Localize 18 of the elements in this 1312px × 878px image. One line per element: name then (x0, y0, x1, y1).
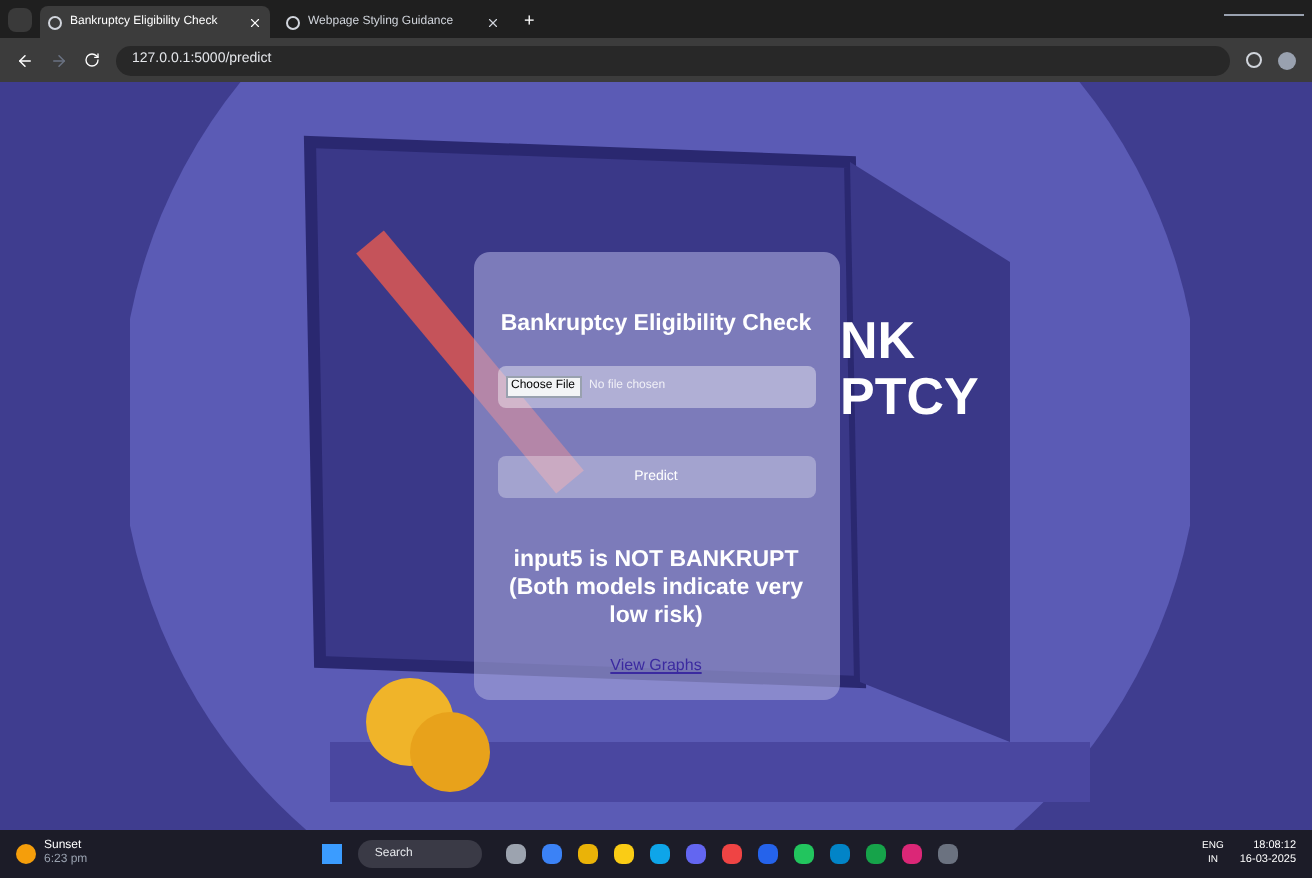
result-text: input5 is NOT BANKRUPT (Both models indicate very low risk) (507, 546, 805, 631)
card-title: Bankruptcy Eligibility Check (500, 310, 812, 340)
back-icon[interactable] (16, 51, 34, 69)
app-icon[interactable] (542, 844, 563, 864)
app-icon[interactable] (506, 844, 527, 864)
app-icon[interactable] (578, 844, 599, 864)
app-icon[interactable] (650, 844, 671, 864)
reload-icon[interactable] (84, 52, 100, 68)
sign-text: NK PTCY (840, 312, 979, 424)
weather-icon[interactable] (16, 844, 36, 864)
start-icon[interactable] (322, 844, 343, 864)
app-icon[interactable] (866, 844, 887, 864)
profile-icon[interactable] (1278, 51, 1296, 69)
close-icon[interactable] (486, 15, 500, 29)
new-tab-button[interactable]: + (524, 7, 535, 34)
app-icon[interactable] (794, 844, 815, 864)
app-icon[interactable] (722, 844, 743, 864)
app-icon[interactable] (614, 844, 635, 864)
